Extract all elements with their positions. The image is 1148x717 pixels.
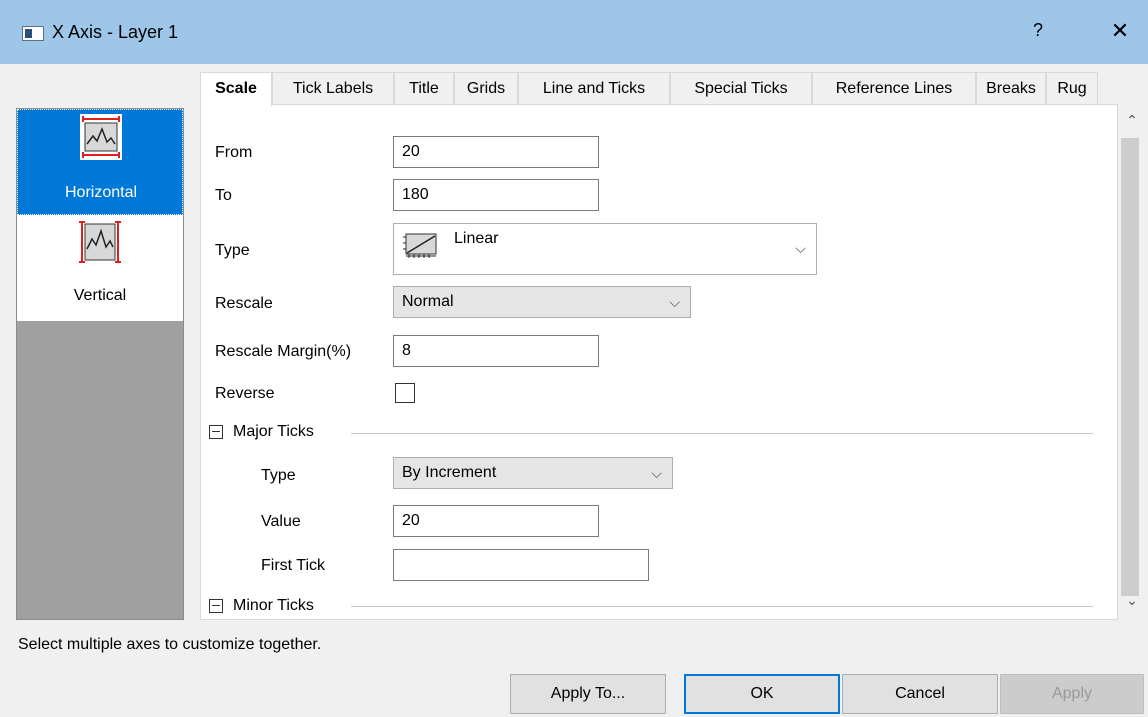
rescale-margin-label: Rescale Margin(%) bbox=[215, 343, 352, 360]
major-type-label: Type bbox=[261, 467, 296, 484]
from-field[interactable]: 20 bbox=[393, 136, 599, 168]
axis-item-vertical[interactable]: Vertical bbox=[17, 215, 183, 321]
major-ticks-title: Major Ticks bbox=[233, 423, 314, 440]
window-title: X Axis - Layer 1 bbox=[52, 22, 179, 42]
tab-scale[interactable]: Scale bbox=[200, 72, 272, 106]
first-tick-field[interactable] bbox=[393, 549, 649, 581]
axis-label-horizontal: Horizontal bbox=[64, 184, 138, 201]
reverse-label: Reverse bbox=[215, 385, 275, 402]
minor-ticks-group-header[interactable]: Minor Ticks bbox=[209, 597, 314, 615]
major-value-label: Value bbox=[261, 513, 301, 530]
scale-type-value: Linear bbox=[454, 230, 499, 247]
to-field[interactable]: 180 bbox=[393, 179, 599, 211]
major-type-combo[interactable]: By Increment ⌵ bbox=[393, 457, 673, 489]
tab-breaks[interactable]: Breaks bbox=[976, 72, 1046, 104]
major-type-value: By Increment bbox=[402, 464, 497, 481]
major-value-field[interactable]: 20 bbox=[393, 505, 599, 537]
scale-type-combo[interactable]: Linear ⌵ bbox=[393, 223, 817, 275]
major-ticks-group-header[interactable]: Major Ticks bbox=[209, 423, 314, 441]
tab-line-and-ticks[interactable]: Line and Ticks bbox=[518, 72, 670, 104]
rescale-value: Normal bbox=[402, 293, 454, 310]
close-button[interactable]: ✕ bbox=[1108, 18, 1132, 44]
from-label: From bbox=[215, 144, 253, 161]
scale-settings-panel: From 20 To 180 Type Linear ⌵ Rescale Nor… bbox=[200, 104, 1118, 620]
chevron-down-icon: ⌵ bbox=[795, 240, 806, 256]
group-divider bbox=[351, 606, 1093, 607]
ok-button[interactable]: OK bbox=[684, 674, 840, 714]
group-divider bbox=[351, 433, 1093, 434]
title-bar: X Axis - Layer 1 ? ✕ bbox=[0, 0, 1148, 64]
rescale-label: Rescale bbox=[215, 295, 273, 312]
tab-tick-labels[interactable]: Tick Labels bbox=[272, 72, 394, 104]
tab-grids[interactable]: Grids bbox=[454, 72, 518, 104]
axis-dialog-icon bbox=[22, 26, 44, 41]
chevron-down-icon: ⌵ bbox=[651, 465, 662, 481]
tab-rug[interactable]: Rug bbox=[1046, 72, 1098, 104]
apply-to-button[interactable]: Apply To... bbox=[510, 674, 666, 714]
vertical-scrollbar[interactable]: ⌃ ⌄ bbox=[1118, 104, 1146, 620]
minor-ticks-title: Minor Ticks bbox=[233, 597, 314, 614]
type-label: Type bbox=[215, 242, 250, 259]
first-tick-label: First Tick bbox=[261, 557, 325, 574]
cancel-button[interactable]: Cancel bbox=[842, 674, 998, 714]
scrollbar-thumb[interactable] bbox=[1121, 138, 1139, 596]
status-hint: Select multiple axes to customize togeth… bbox=[18, 636, 322, 653]
rescale-margin-field[interactable]: 8 bbox=[393, 335, 599, 367]
vertical-axis-icon bbox=[79, 221, 121, 263]
axis-item-horizontal[interactable]: Horizontal bbox=[17, 109, 183, 215]
tab-title[interactable]: Title bbox=[394, 72, 454, 104]
axis-selector-panel: Horizontal Vertical bbox=[16, 108, 184, 620]
reverse-checkbox[interactable] bbox=[395, 383, 415, 403]
scroll-up-arrow-icon[interactable]: ⌃ bbox=[1118, 112, 1146, 129]
tab-reference-lines[interactable]: Reference Lines bbox=[812, 72, 976, 104]
tab-special-ticks[interactable]: Special Ticks bbox=[670, 72, 812, 104]
help-button[interactable]: ? bbox=[1026, 20, 1050, 41]
chevron-down-icon: ⌵ bbox=[669, 294, 680, 310]
linear-scale-icon bbox=[403, 233, 437, 258]
scroll-down-arrow-icon[interactable]: ⌄ bbox=[1118, 592, 1146, 609]
apply-button[interactable]: Apply bbox=[1000, 674, 1144, 714]
horizontal-axis-icon bbox=[80, 114, 122, 160]
axis-label-vertical: Vertical bbox=[73, 287, 127, 304]
to-label: To bbox=[215, 187, 232, 204]
collapse-icon bbox=[209, 425, 223, 439]
rescale-combo[interactable]: Normal ⌵ bbox=[393, 286, 691, 318]
collapse-icon bbox=[209, 599, 223, 613]
